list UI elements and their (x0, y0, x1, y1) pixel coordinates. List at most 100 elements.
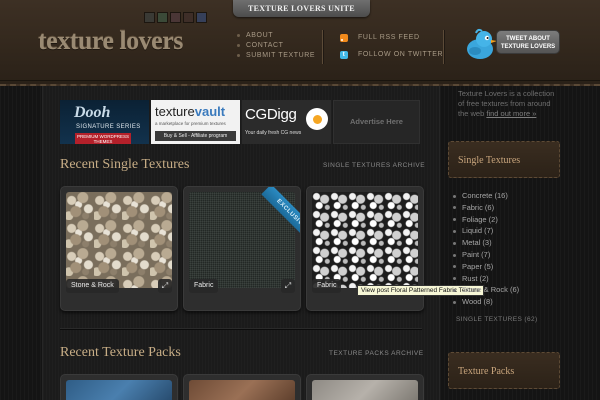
sidebar: Texture Lovers is a collection of free t… (447, 86, 600, 400)
sidebar-intro: Texture Lovers is a collection of free t… (458, 89, 555, 118)
advertise-here[interactable]: Advertise Here (333, 100, 420, 144)
header-divider (443, 30, 444, 64)
single-textures-heading-box: Single Textures (448, 141, 560, 178)
category-list: Concrete (16) Fabric (6) Foliage (2) Liquid… (453, 190, 519, 308)
texture-pack-card[interactable] (60, 374, 178, 400)
ad-dooh-subtitle: SIGNATURE SERIES (76, 124, 141, 130)
color-swatches (144, 12, 207, 23)
texture-packs-heading: Texture Packs (458, 366, 515, 377)
color-swatch[interactable] (183, 12, 194, 23)
bullet-icon (237, 43, 240, 47)
twitter-follow-label: FOLLOW ON TWITTER (358, 51, 444, 58)
ad-texturevault[interactable]: texturevault a marketplace for premium t… (151, 100, 240, 144)
nav-about[interactable]: ABOUT (237, 31, 315, 41)
ad-dooh-title: Dooh (74, 104, 111, 121)
site-header: TEXTURE LOVERS UNITE texture lovers ABOU… (0, 0, 600, 86)
texture-packs-archive-link[interactable]: TEXTURE PACKS ARCHIVE (329, 350, 424, 357)
texture-pack-thumbnail[interactable] (312, 380, 418, 400)
header-nav: ABOUT CONTACT SUBMIT TEXTURE (237, 31, 315, 61)
bullet-icon (453, 218, 456, 222)
ad-cgdigg[interactable]: CGDigg Your daily fresh CG news (242, 100, 331, 144)
texture-pack-card[interactable] (306, 374, 424, 400)
texture-pack-card[interactable] (183, 374, 301, 400)
ad-cgdigg-tagline: Your daily fresh CG news (245, 130, 302, 136)
ad-dooh-tag: PREMIUM WORDPRESS THEMES (75, 133, 131, 144)
bullet-icon (237, 33, 240, 37)
top-tab-banner: TEXTURE LOVERS UNITE (233, 0, 370, 17)
bullet-icon (453, 229, 456, 233)
site-logo[interactable]: texture lovers (38, 26, 183, 56)
category-item[interactable]: Rust (2) (453, 273, 519, 285)
category-item[interactable]: Fabric (6) (453, 202, 519, 214)
category-label[interactable]: Liquid (7) (462, 226, 493, 235)
texture-thumbnail[interactable] (66, 192, 172, 288)
texture-category-label[interactable]: Fabric (312, 279, 342, 293)
category-item[interactable]: Metal (3) (453, 237, 519, 249)
tweet-about-button[interactable]: TWEET ABOUT TEXTURE LOVERS (496, 30, 560, 54)
color-swatch[interactable] (196, 12, 207, 23)
color-swatch[interactable] (157, 12, 168, 23)
category-label[interactable]: Metal (3) (462, 238, 492, 247)
bullet-icon (453, 265, 456, 269)
ad-row: Dooh SIGNATURE SERIES PREMIUM WORDPRESS … (60, 100, 420, 144)
header-divider (322, 30, 323, 64)
color-swatch[interactable] (170, 12, 181, 23)
twitter-icon: t (340, 50, 348, 59)
category-label[interactable]: Rust (2) (462, 274, 489, 283)
nav-submit-label: SUBMIT TEXTURE (246, 52, 316, 59)
find-out-more-link[interactable]: find out more » (486, 109, 536, 118)
category-label[interactable]: Paper (5) (462, 262, 493, 271)
color-swatch[interactable] (144, 12, 155, 23)
texture-category-label[interactable]: Fabric (189, 279, 219, 293)
category-label[interactable]: Paint (7) (462, 250, 490, 259)
ad-texturevault-strip: Buy & Sell - Affiliate program (155, 131, 236, 141)
category-item[interactable]: Wood (8) (453, 296, 519, 308)
texture-card[interactable]: Stone & Rock ⤢ (60, 186, 178, 311)
single-textures-count-link[interactable]: SINGLE TEXTURES (62) (456, 316, 538, 323)
egg-yolk-icon (313, 115, 322, 124)
recent-single-textures-title: Recent Single Textures (60, 157, 190, 172)
texture-card[interactable]: EXCLUSIVE Fabric ⤢ (183, 186, 301, 311)
category-item[interactable]: Paper (5) (453, 261, 519, 273)
texture-category-label[interactable]: Stone & Rock (66, 279, 119, 293)
category-item[interactable]: Concrete (16) (453, 190, 519, 202)
twitter-follow-link[interactable]: t FOLLOW ON TWITTER (340, 48, 443, 61)
texture-thumbnail[interactable] (312, 192, 418, 288)
header-feeds: FULL RSS FEED t FOLLOW ON TWITTER (340, 31, 443, 61)
nav-about-label: ABOUT (246, 32, 274, 39)
category-label[interactable]: Stone & Rock (6) (462, 285, 519, 294)
bullet-icon (453, 300, 456, 304)
bullet-icon (453, 277, 456, 281)
category-label[interactable]: Fabric (6) (462, 203, 494, 212)
category-item[interactable]: Liquid (7) (453, 225, 519, 237)
ad-texturevault-title: texturevault (155, 104, 226, 119)
texture-pack-thumbnail[interactable] (66, 380, 172, 400)
rss-icon (340, 33, 348, 42)
single-textures-archive-link[interactable]: SINGLE TEXTURES ARCHIVE (323, 162, 425, 169)
category-label[interactable]: Wood (8) (462, 297, 493, 306)
category-item[interactable]: Foliage (2) (453, 214, 519, 226)
rss-feed-label: FULL RSS FEED (358, 34, 420, 41)
section-divider (60, 328, 422, 329)
twitter-bird-icon[interactable] (462, 27, 498, 63)
recent-texture-packs-title: Recent Texture Packs (60, 345, 181, 360)
nav-submit-texture[interactable]: SUBMIT TEXTURE (237, 51, 315, 61)
expand-icon[interactable]: ⤢ (158, 279, 172, 293)
expand-icon[interactable]: ⤢ (281, 279, 295, 293)
category-label[interactable]: Foliage (2) (462, 215, 498, 224)
rss-feed-link[interactable]: FULL RSS FEED (340, 31, 443, 44)
category-label[interactable]: Concrete (16) (462, 191, 508, 200)
bullet-icon (453, 253, 456, 257)
bullet-icon (237, 53, 240, 57)
category-item[interactable]: Stone & Rock (6) (453, 284, 519, 296)
category-item[interactable]: Paint (7) (453, 249, 519, 261)
nav-contact[interactable]: CONTACT (237, 41, 315, 51)
bullet-icon (453, 288, 456, 292)
texture-packs-heading-box: Texture Packs (448, 352, 560, 389)
nav-contact-label: CONTACT (246, 42, 284, 49)
ad-dooh[interactable]: Dooh SIGNATURE SERIES PREMIUM WORDPRESS … (60, 100, 149, 144)
ad-texturevault-tagline: a marketplace for premium textures (155, 121, 226, 126)
single-textures-heading: Single Textures (458, 155, 521, 166)
bullet-icon (453, 206, 456, 210)
texture-pack-thumbnail[interactable] (189, 380, 295, 400)
